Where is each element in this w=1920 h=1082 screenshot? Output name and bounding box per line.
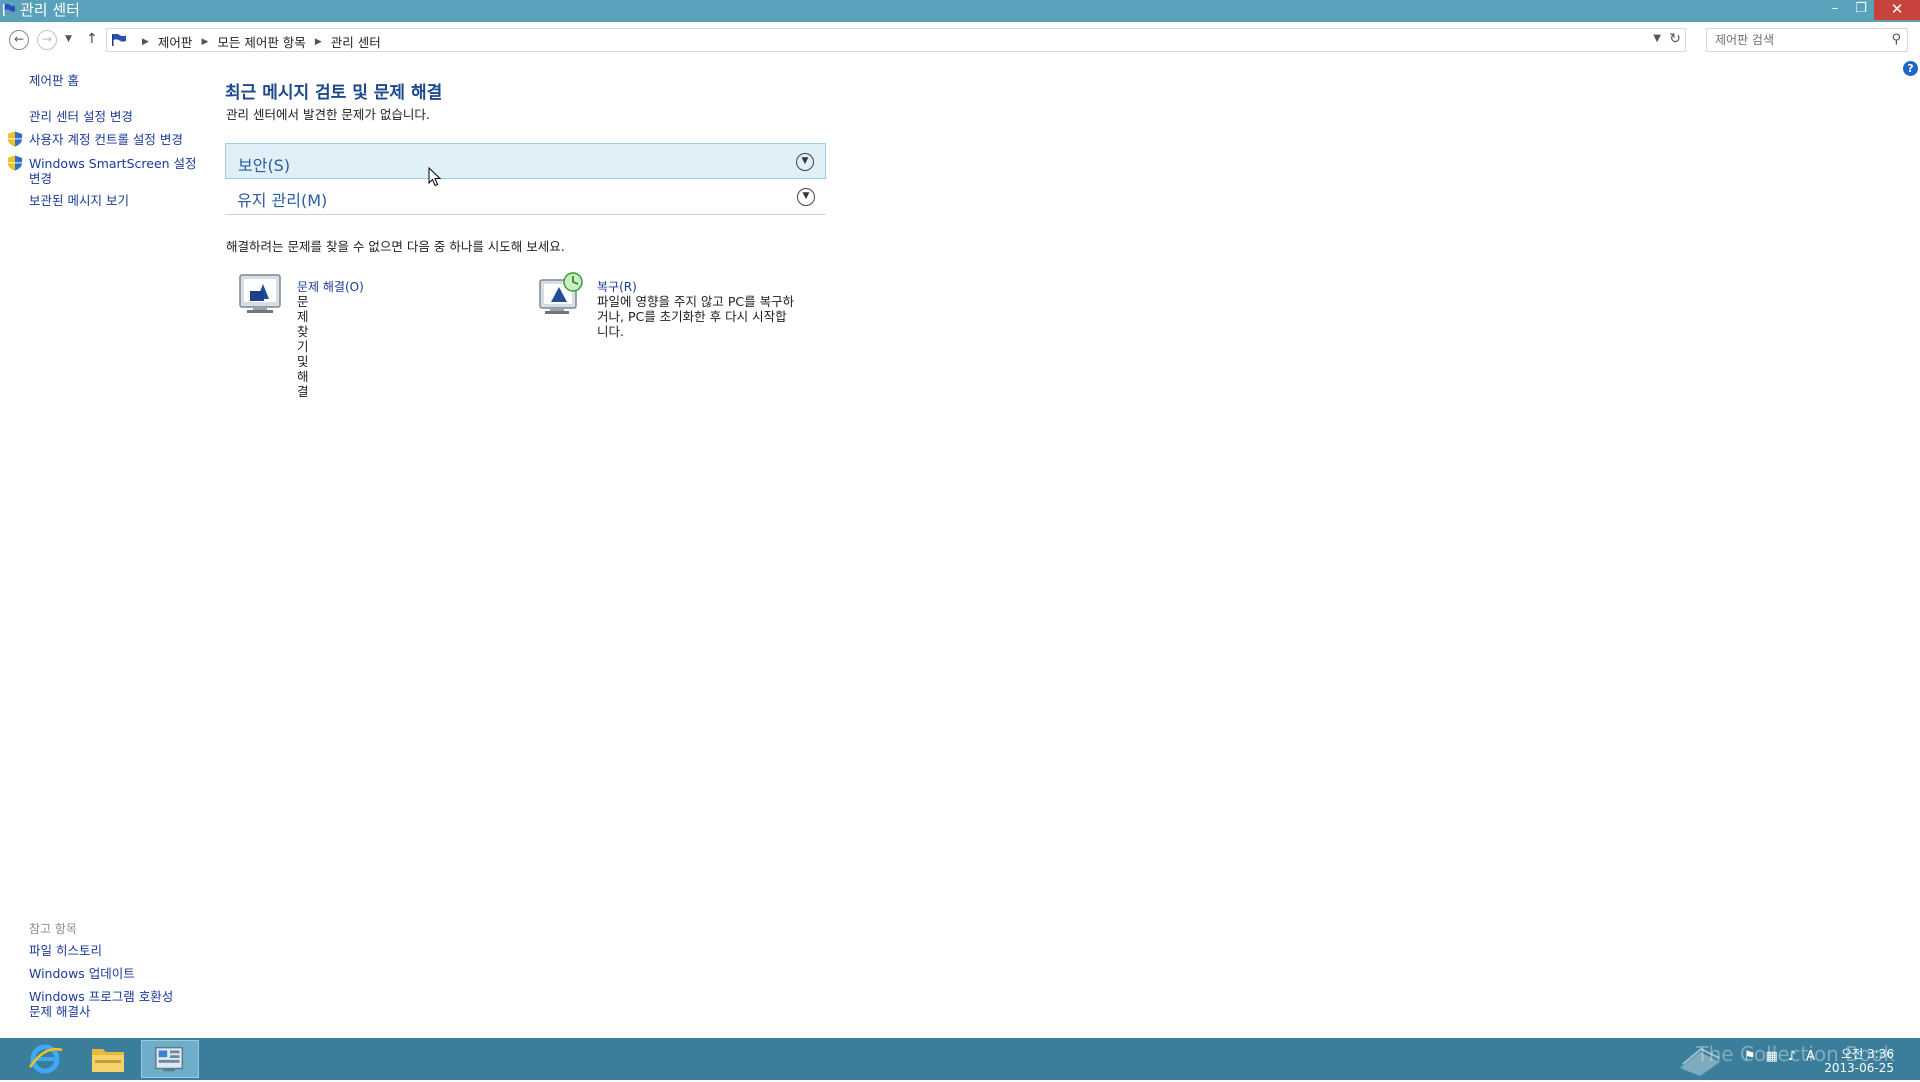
sidebar-item-control-panel-home[interactable]: 제어판 홈 [29,73,79,88]
network-icon[interactable]: ▦ [1766,1049,1778,1064]
arrow-right-icon: → [41,32,53,46]
address-bar[interactable]: ▶ 제어판 ▶ 모든 제어판 항목 ▶ 관리 센터 ▼ ↻ [106,28,1686,52]
maintenance-section-header[interactable]: 유지 관리(M) ▼ [225,179,826,215]
chevron-down-icon: ▼ [65,34,72,44]
maintenance-section-label: 유지 관리(M) [237,191,328,210]
input-method-indicator[interactable]: A [1806,1049,1815,1064]
see-also-heading: 참고 항목 [29,922,77,936]
system-tray: The Collection Book ⚑ ▦ ♪ A 오전 3:36 2013… [1520,1038,1920,1080]
troubleshooting-icon [239,274,281,313]
restore-button[interactable]: ❐ [1848,0,1874,20]
minimize-button[interactable]: – [1822,0,1848,20]
sidebar-item-archived-messages[interactable]: 보관된 메시지 보기 [29,193,129,208]
recent-locations-dropdown[interactable]: ▼ [65,34,72,44]
see-also-file-history[interactable]: 파일 히스토리 [29,943,102,958]
breadcrumb-action-center[interactable]: 관리 센터 [331,32,381,51]
page-subtitle: 관리 센터에서 발견한 문제가 없습니다. [226,107,430,122]
expand-chevron-icon[interactable]: ▼ [796,153,814,171]
recovery-icon [539,272,583,314]
back-button[interactable]: ← [9,30,29,50]
sidebar-item-smartscreen-settings[interactable]: Windows SmartScreen 설정 변경 [29,156,199,186]
refresh-icon[interactable]: ↻ [1669,31,1681,47]
left-navigation-pane: 제어판 홈 관리 센터 설정 변경 사용자 계정 컨트롤 설정 변경 Windo… [0,58,210,1038]
help-icon[interactable]: ? [1903,61,1918,76]
navigation-bar: ← → ▼ ↑ ▶ 제어판 ▶ 모든 제어판 항목 ▶ 관리 센터 ▼ ↻ ⚲ [0,22,1920,58]
volume-icon[interactable]: ♪ [1788,1049,1796,1064]
clock-date[interactable]: 2013-06-25 [1824,1061,1894,1075]
troubleshoot-hint: 해결하려는 문제를 찾을 수 없으면 다음 중 하나를 시도해 보세요. [226,239,565,254]
arrow-left-icon: ← [13,32,25,46]
page-title: 최근 메시지 검토 및 문제 해결 [225,83,443,103]
action-center-flag-icon [3,3,15,16]
action-center-tray-flag-icon[interactable]: ⚑ [1744,1049,1756,1064]
sidebar-item-uac-settings[interactable]: 사용자 계정 컨트롤 설정 변경 [29,132,183,147]
see-also-windows-update[interactable]: Windows 업데이트 [29,966,135,981]
security-section-label: 보안(S) [238,156,291,175]
address-history-dropdown[interactable]: ▼ [1653,33,1661,44]
clock-time[interactable]: 오전 3:36 [1841,1045,1894,1062]
action-center-flag-icon [112,33,126,46]
breadcrumb-separator-icon[interactable]: ▶ [201,37,208,47]
see-also-compatibility-troubleshooter[interactable]: Windows 프로그램 호환성 문제 해결사 [29,989,179,1019]
breadcrumb-control-panel[interactable]: 제어판 [158,32,193,51]
recovery-link[interactable]: 복구(R) [597,278,637,295]
uac-shield-icon [8,155,22,171]
sidebar-item-change-settings[interactable]: 관리 센터 설정 변경 [29,109,133,124]
folder-icon [92,1049,124,1072]
arrow-up-icon: ↑ [86,31,98,47]
mouse-cursor-icon [428,167,442,187]
expand-chevron-icon[interactable]: ▼ [797,188,815,206]
search-box[interactable]: ⚲ [1706,28,1908,52]
recovery-description: 파일에 영향을 주지 않고 PC를 복구하거나, PC를 초기화한 후 다시 시… [597,294,795,339]
troubleshooting-description: 문제 찾기 및 해결 [297,294,309,399]
breadcrumb-all-items[interactable]: 모든 제어판 항목 [217,32,305,51]
title-bar[interactable]: 관리 센터 – ❐ ✕ [0,0,1920,22]
search-input[interactable] [1715,32,1885,48]
security-section-header[interactable]: 보안(S) ▼ [225,143,826,179]
troubleshooting-link[interactable]: 문제 해결(O) [297,278,364,295]
uac-shield-icon [8,131,22,147]
breadcrumb-separator-icon: ▶ [142,36,149,47]
breadcrumb: ▶ 제어판 ▶ 모든 제어판 항목 ▶ 관리 센터 [133,32,381,51]
up-button[interactable]: ↑ [86,31,98,47]
search-icon[interactable]: ⚲ [1891,32,1901,47]
tray-icons: ⚑ ▦ ♪ A [1744,1049,1815,1064]
control-panel-icon [155,1046,184,1072]
close-button[interactable]: ✕ [1874,0,1920,20]
window-title: 관리 센터 [20,1,80,19]
taskbar-internet-explorer[interactable] [16,1040,74,1078]
taskbar: The Collection Book ⚑ ▦ ♪ A 오전 3:36 2013… [0,1038,1920,1080]
taskbar-file-explorer[interactable] [79,1040,137,1078]
breadcrumb-separator-icon[interactable]: ▶ [315,37,322,47]
forward-button[interactable]: → [37,30,57,50]
taskbar-control-panel[interactable] [141,1040,199,1078]
internet-explorer-icon [28,1044,63,1074]
